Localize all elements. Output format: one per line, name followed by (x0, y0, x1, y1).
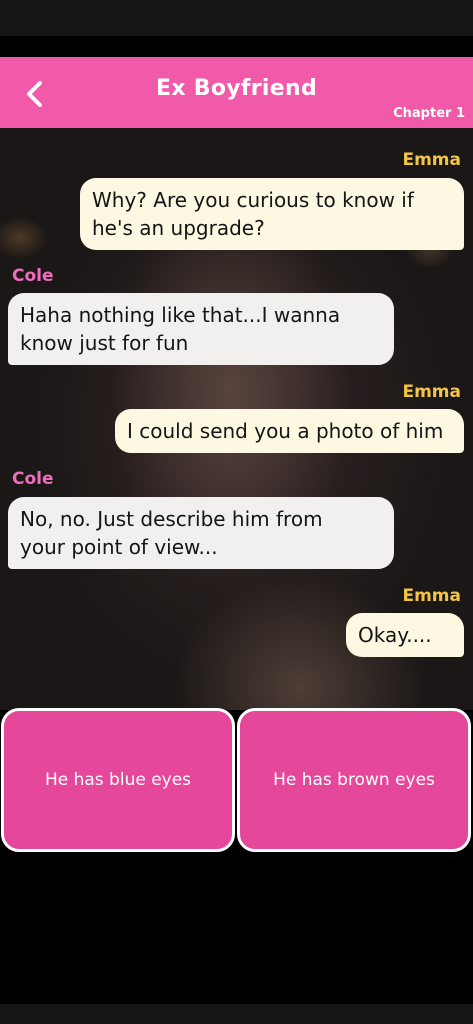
message-line: I could send you a photo of him (127, 419, 444, 443)
story-title: Ex Boyfriend (156, 76, 317, 101)
message-line: Okay.... (358, 623, 432, 647)
sender-name: Cole (12, 266, 54, 286)
message-bubble: Haha nothing like that...I wanna know ju… (8, 293, 394, 365)
message-line: know just for fun (20, 331, 189, 355)
sender-name: Emma (402, 382, 461, 402)
message-bubble: Why? Are you curious to know if he's an … (80, 178, 464, 250)
message-line: your point of view... (20, 535, 218, 559)
message-bubble: I could send you a photo of him (115, 409, 464, 453)
header-bar: Ex Boyfriend Chapter 1 (0, 57, 473, 128)
choice-brown-eyes-button[interactable]: He has brown eyes (237, 708, 471, 852)
message-bubble: Okay.... (346, 613, 464, 657)
status-bar (0, 0, 473, 36)
message-line: he's an upgrade? (92, 216, 265, 240)
message-line: Why? Are you curious to know if (92, 188, 414, 212)
message-line: Haha nothing like that...I wanna (20, 303, 341, 327)
message-bubble: No, no. Just describe him from your poin… (8, 497, 394, 569)
message-line: No, no. Just describe him from (20, 507, 323, 531)
chapter-label: Chapter 1 (393, 106, 465, 121)
sender-name: Cole (12, 469, 54, 489)
choice-blue-eyes-button[interactable]: He has blue eyes (1, 708, 235, 852)
navigation-bar (0, 1004, 473, 1024)
sender-name: Emma (402, 586, 461, 606)
sender-name: Emma (402, 150, 461, 170)
